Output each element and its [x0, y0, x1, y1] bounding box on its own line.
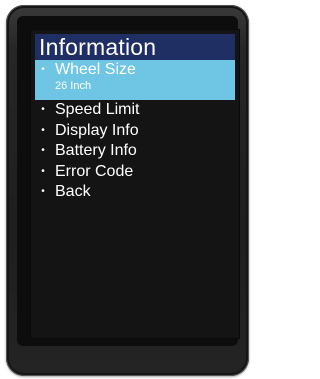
menu-item-label: Back	[55, 183, 91, 200]
menu-item-back[interactable]: • Back	[35, 182, 235, 203]
bullet-icon: •	[41, 124, 45, 136]
menu-item-label: Wheel Size	[55, 61, 136, 78]
information-menu: • Wheel Size 26 Inch • Speed Limit • Dis…	[35, 60, 235, 203]
menu-item-label: Display Info	[55, 121, 139, 139]
menu-item-error-code[interactable]: • Error Code	[35, 162, 235, 183]
bullet-icon: •	[41, 145, 45, 156]
bullet-icon: •	[41, 186, 45, 197]
menu-item-speed-limit[interactable]: • Speed Limit	[35, 100, 235, 121]
menu-item-display-info[interactable]: • Display Info	[35, 121, 235, 142]
bullet-icon: •	[41, 104, 45, 115]
menu-item-wheel-size[interactable]: • Wheel Size 26 Inch	[35, 60, 235, 100]
bullet-icon: •	[41, 165, 45, 177]
device-body: Information • Wheel Size 26 Inch • Speed…	[6, 5, 249, 376]
wheel-size-value: 26 Inch	[55, 80, 92, 92]
display-screen: Information • Wheel Size 26 Inch • Speed…	[30, 29, 240, 339]
menu-item-label: Speed Limit	[55, 101, 140, 118]
menu-item-label: Battery Info	[55, 142, 137, 159]
bullet-icon: •	[41, 64, 45, 75]
menu-item-battery-info[interactable]: • Battery Info	[35, 141, 235, 162]
menu-item-label: Error Code	[55, 162, 134, 180]
page-title: Information	[35, 34, 235, 60]
